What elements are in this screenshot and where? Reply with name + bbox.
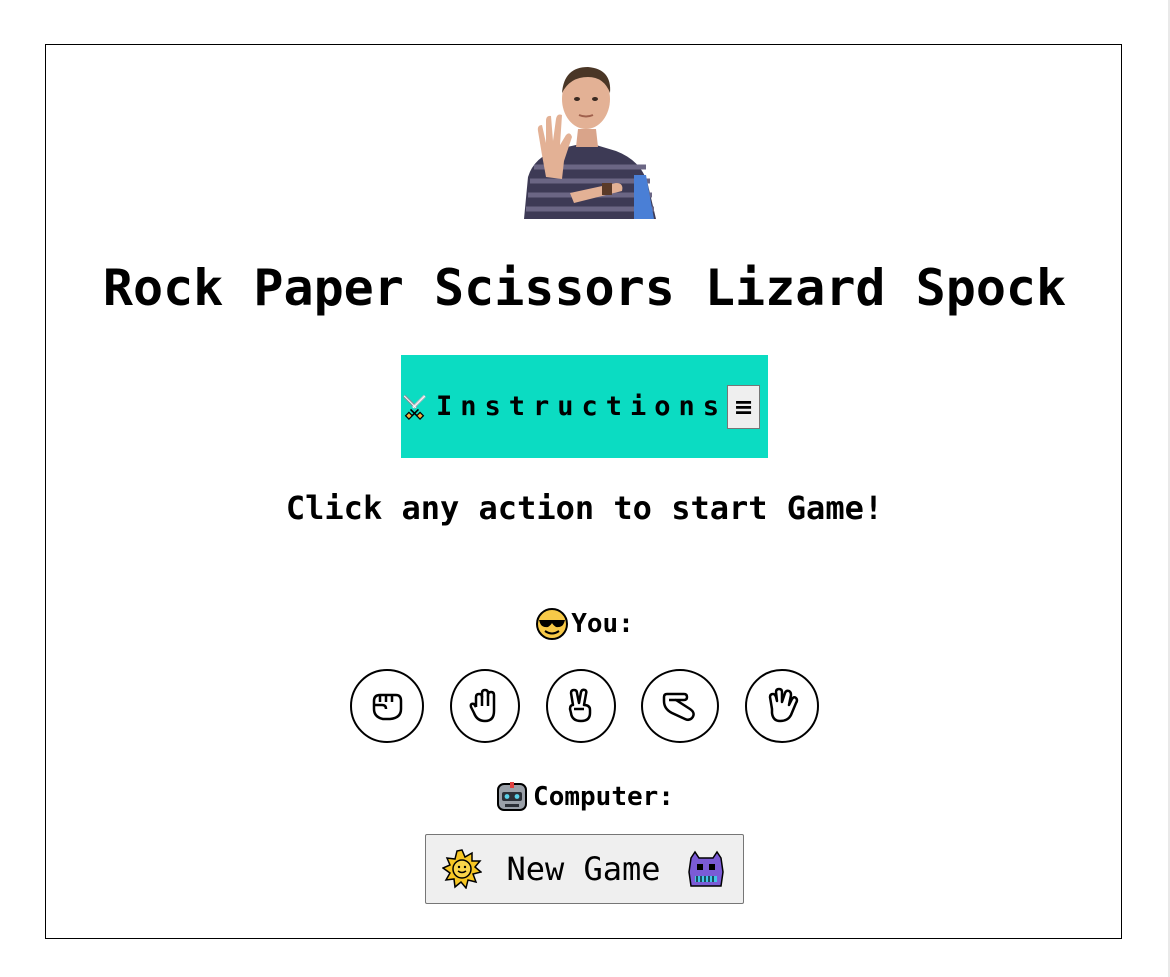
raised-fist-icon bbox=[372, 693, 403, 721]
player-heading: You: bbox=[46, 607, 1123, 641]
action-buttons bbox=[46, 669, 1123, 745]
game-container: Rock Paper Scissors Lizard Spock Instruc… bbox=[45, 44, 1122, 939]
victory-hand-icon bbox=[568, 688, 592, 723]
instructions-bar[interactable]: Instructions ≡ bbox=[401, 355, 768, 458]
computer-heading: Computer: bbox=[46, 780, 1123, 814]
sheldon-avatar-image bbox=[524, 67, 656, 219]
spock-button[interactable] bbox=[745, 669, 819, 743]
start-prompt: Click any action to start Game! bbox=[285, 489, 884, 527]
alien-monster-icon bbox=[687, 850, 724, 887]
new-game-button[interactable]: New Game bbox=[425, 834, 744, 904]
crossed-swords-icon bbox=[403, 394, 426, 420]
lizard-hand-icon bbox=[662, 692, 695, 722]
raised-hand-icon bbox=[469, 688, 496, 723]
instructions-label: Instructions bbox=[435, 391, 728, 422]
instructions-menu-button[interactable]: ≡ bbox=[727, 384, 760, 429]
sun-icon bbox=[442, 849, 483, 889]
robot-face-icon bbox=[497, 782, 528, 811]
scissors-button[interactable] bbox=[546, 669, 616, 743]
new-game-label: New Game bbox=[506, 850, 661, 888]
computer-label: Computer: bbox=[533, 782, 674, 812]
lizard-button[interactable] bbox=[641, 669, 719, 743]
vulcan-salute-icon bbox=[768, 687, 799, 723]
page-title: Rock Paper Scissors Lizard Spock bbox=[102, 259, 1067, 317]
paper-button[interactable] bbox=[450, 669, 520, 743]
rock-button[interactable] bbox=[350, 669, 424, 743]
player-label: You: bbox=[571, 609, 634, 639]
sunglasses-face-icon bbox=[536, 608, 569, 640]
